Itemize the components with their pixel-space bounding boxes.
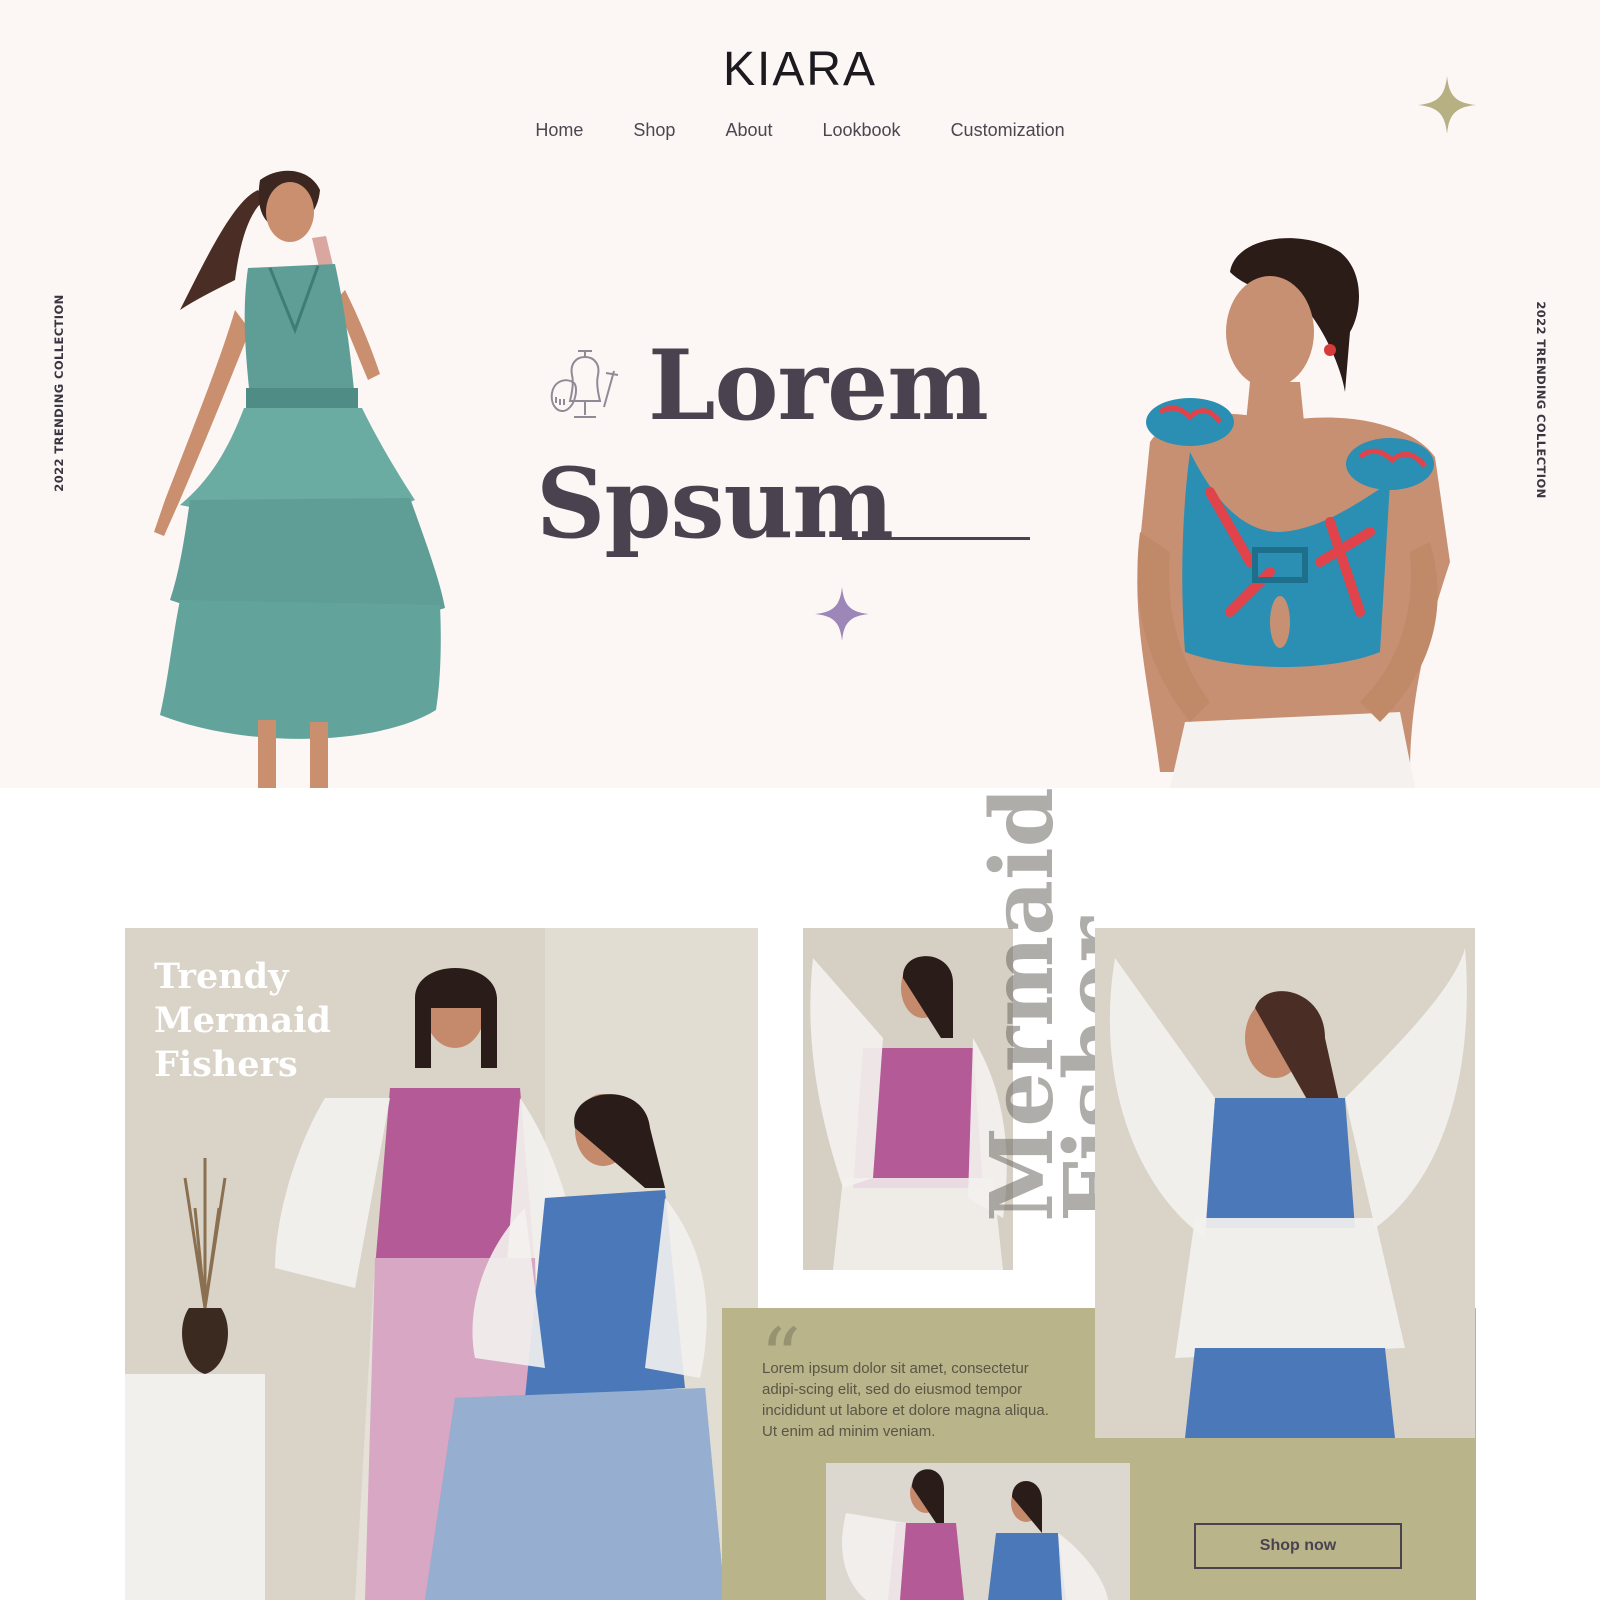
nav-about[interactable]: About <box>725 120 772 141</box>
title-line: Fishers <box>154 1044 298 1085</box>
star-icon <box>815 587 869 641</box>
side-label-left: 2022 TRENDING COLLECTION <box>52 294 66 492</box>
shop-now-button[interactable]: Shop now <box>1194 1523 1402 1569</box>
trendy-mermaid-title: Trendy Mermaid Fishers <box>154 955 331 1087</box>
hero-section: KIARA Home Shop About Lookbook Customiza… <box>0 0 1600 788</box>
main-nav: Home Shop About Lookbook Customization <box>0 120 1600 141</box>
nav-lookbook[interactable]: Lookbook <box>822 120 900 141</box>
nav-home[interactable]: Home <box>535 120 583 141</box>
hero-headline-line2: Spsum <box>536 447 894 560</box>
hero-headline-line1: Lorem <box>648 329 989 442</box>
nav-shop[interactable]: Shop <box>633 120 675 141</box>
mannequin-icon <box>550 350 619 418</box>
duo-outfits-photo <box>826 1463 1130 1600</box>
brand-logo[interactable]: KIARA <box>0 42 1600 97</box>
model-teal-dress-image <box>154 170 445 788</box>
mermaid-blue-photo <box>1095 928 1475 1438</box>
title-line: Mermaid <box>154 1000 331 1041</box>
side-label-right: 2022 TRENDING COLLECTION <box>1534 301 1548 499</box>
quote-text: Lorem ipsum dolor sit amet, consectetur … <box>762 1360 1049 1440</box>
nav-customization[interactable]: Customization <box>951 120 1065 141</box>
headline-underline <box>842 537 1030 540</box>
title-line: Trendy <box>154 956 289 997</box>
model-blue-top-image <box>1137 238 1450 788</box>
star-icon <box>1418 76 1476 134</box>
